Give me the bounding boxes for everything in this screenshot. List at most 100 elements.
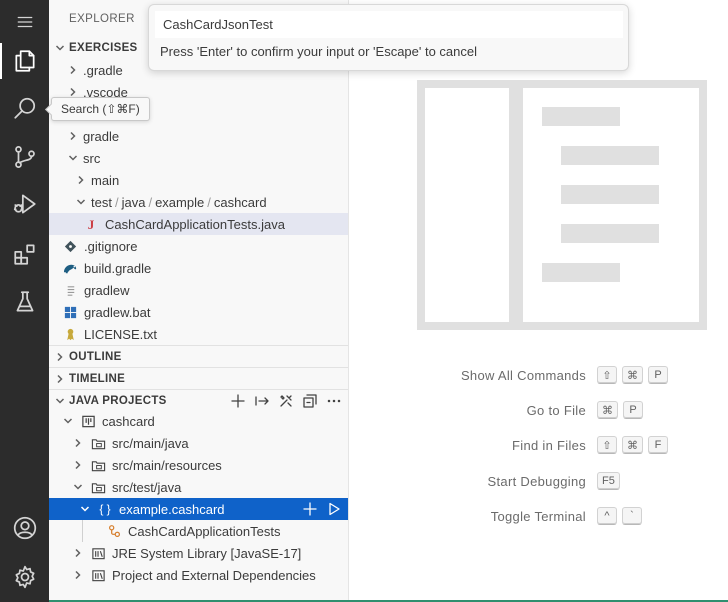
key: ` [622, 507, 642, 525]
vscode-watermark-logo [417, 80, 707, 330]
quick-input-field[interactable] [155, 11, 623, 38]
tree-item-gradlew[interactable]: gradlew [49, 279, 348, 301]
tree-item-license[interactable]: LICENSE.txt [49, 323, 348, 345]
package-icon: { } [99, 502, 111, 516]
tree-item-test-path[interactable]: test / java / example / cashcard [49, 191, 348, 213]
chevron-right-icon [67, 130, 79, 142]
chevron-right-icon [72, 547, 84, 559]
key: F [648, 436, 668, 454]
section-title: TIMELINE [69, 372, 126, 385]
sidebar-title: EXPLORER [69, 13, 135, 25]
tree-item-gitignore[interactable]: .gitignore [49, 235, 348, 257]
key: F5 [597, 472, 620, 490]
path-segment[interactable]: java [122, 195, 146, 210]
keybinding: ⌘ P [597, 401, 643, 419]
run-debug-button[interactable] [0, 182, 49, 226]
tree-item-gradle[interactable]: gradle [49, 125, 348, 147]
key: ⇧ [597, 436, 617, 454]
tree-item-build-gradle[interactable]: build.gradle [49, 257, 348, 279]
chevron-right-icon [72, 437, 84, 449]
editor-empty-area: Show All Commands ⇧ ⌘ P Go to File ⌘ P F… [349, 0, 728, 602]
shortcut-label: Find in Files [512, 438, 586, 453]
tree-item-label: CashCardApplicationTests.java [105, 216, 285, 232]
accounts-button[interactable] [0, 506, 49, 550]
shortcut-toggle-terminal[interactable]: Toggle Terminal ^ ` [349, 506, 728, 528]
chevron-down-icon [54, 395, 66, 407]
run-tests-icon[interactable] [326, 501, 342, 517]
tree-item-label: JRE System Library [JavaSE-17] [112, 545, 302, 561]
link-editor-icon[interactable] [254, 393, 270, 409]
manage-button[interactable] [0, 555, 49, 599]
add-icon[interactable] [302, 501, 318, 517]
tree-item-label: src [83, 150, 101, 166]
git-icon [62, 238, 78, 254]
path-segment[interactable]: cashcard [214, 195, 267, 210]
key: ⇧ [597, 366, 617, 384]
explorer-button[interactable] [0, 39, 49, 83]
tree-item-test-file[interactable]: J CashCardApplicationTests.java [49, 213, 348, 235]
tree-item-label: .gradle [83, 62, 123, 78]
flask-icon [16, 291, 33, 312]
source-control-button[interactable] [0, 135, 49, 179]
outline-section-header[interactable]: OUTLINE [49, 345, 348, 367]
java-projects-section-header[interactable]: JAVA PROJECTS [49, 389, 348, 411]
shortcut-go-to-file[interactable]: Go to File ⌘ P [349, 400, 728, 422]
shortcut-show-all-commands[interactable]: Show All Commands ⇧ ⌘ P [349, 365, 728, 387]
testing-button[interactable] [0, 280, 49, 324]
tree-item-label: gradle [83, 128, 120, 144]
library-icon [90, 567, 106, 583]
license-icon [62, 326, 78, 342]
shortcut-start-debugging[interactable]: Start Debugging F5 [349, 471, 728, 493]
shortcut-label: Go to File [526, 403, 586, 418]
build-tools-icon[interactable] [278, 393, 294, 409]
package-inline-actions [302, 498, 342, 520]
tree-item-label: cashcard [102, 413, 155, 429]
tree-item-gradlew-bat[interactable]: gradlew.bat [49, 301, 348, 323]
java-projects-toolbar [230, 390, 342, 412]
search-button[interactable] [0, 86, 49, 130]
chevron-right-icon [54, 351, 66, 363]
path-segment[interactable]: test [91, 195, 112, 210]
svg-text:J: J [87, 217, 94, 232]
search-tooltip: Search (⇧⌘F) [51, 97, 150, 121]
account-icon [13, 516, 36, 540]
tree-item-main[interactable]: main [49, 169, 348, 191]
windows-icon [62, 304, 78, 320]
tree-item-test-class[interactable]: CashCardApplicationTests [49, 520, 348, 542]
test-class-icon [106, 523, 122, 539]
tree-item-jre-library[interactable]: JRE System Library [JavaSE-17] [49, 542, 348, 564]
tree-item-cashcard-project[interactable]: cashcard [49, 410, 348, 432]
library-icon [90, 545, 106, 561]
shortcut-label: Toggle Terminal [490, 509, 586, 524]
chevron-right-icon [75, 174, 87, 186]
tree-item-dependencies[interactable]: Project and External Dependencies [49, 564, 348, 586]
hamburger-icon [17, 16, 32, 28]
extensions-button[interactable] [0, 232, 49, 276]
more-actions-icon[interactable] [326, 393, 342, 409]
chevron-down-icon [72, 481, 84, 493]
timeline-section-header[interactable]: TIMELINE [49, 367, 348, 389]
menu-button[interactable] [0, 0, 49, 44]
add-icon[interactable] [230, 393, 246, 409]
tree-item-src-main-java[interactable]: src/main/java [49, 432, 348, 454]
path-separator: / [207, 194, 211, 210]
collapse-all-icon[interactable] [302, 393, 318, 409]
key: ⌘ [622, 366, 643, 384]
section-title: OUTLINE [69, 350, 122, 363]
tree-item-src[interactable]: src [49, 147, 348, 169]
package-folder-icon [90, 479, 106, 495]
key: ^ [597, 507, 617, 525]
tree-item-example-cashcard[interactable]: { } example.cashcard [49, 498, 348, 520]
tree-item-src-test-java[interactable]: src/test/java [49, 476, 348, 498]
source-control-icon [14, 146, 35, 168]
tree-item-label: gradlew.bat [84, 304, 151, 320]
chevron-right-icon [67, 64, 79, 76]
tree-item-label: src/test/java [112, 479, 182, 495]
path-segment[interactable]: example [155, 195, 204, 210]
tree-item-src-main-resources[interactable]: src/main/resources [49, 454, 348, 476]
chevron-down-icon [79, 503, 91, 515]
shortcut-find-in-files[interactable]: Find in Files ⇧ ⌘ F [349, 435, 728, 457]
project-icon [80, 413, 96, 429]
tree-item-label: src/main/java [112, 435, 189, 451]
keybinding: ⇧ ⌘ P [597, 366, 668, 384]
